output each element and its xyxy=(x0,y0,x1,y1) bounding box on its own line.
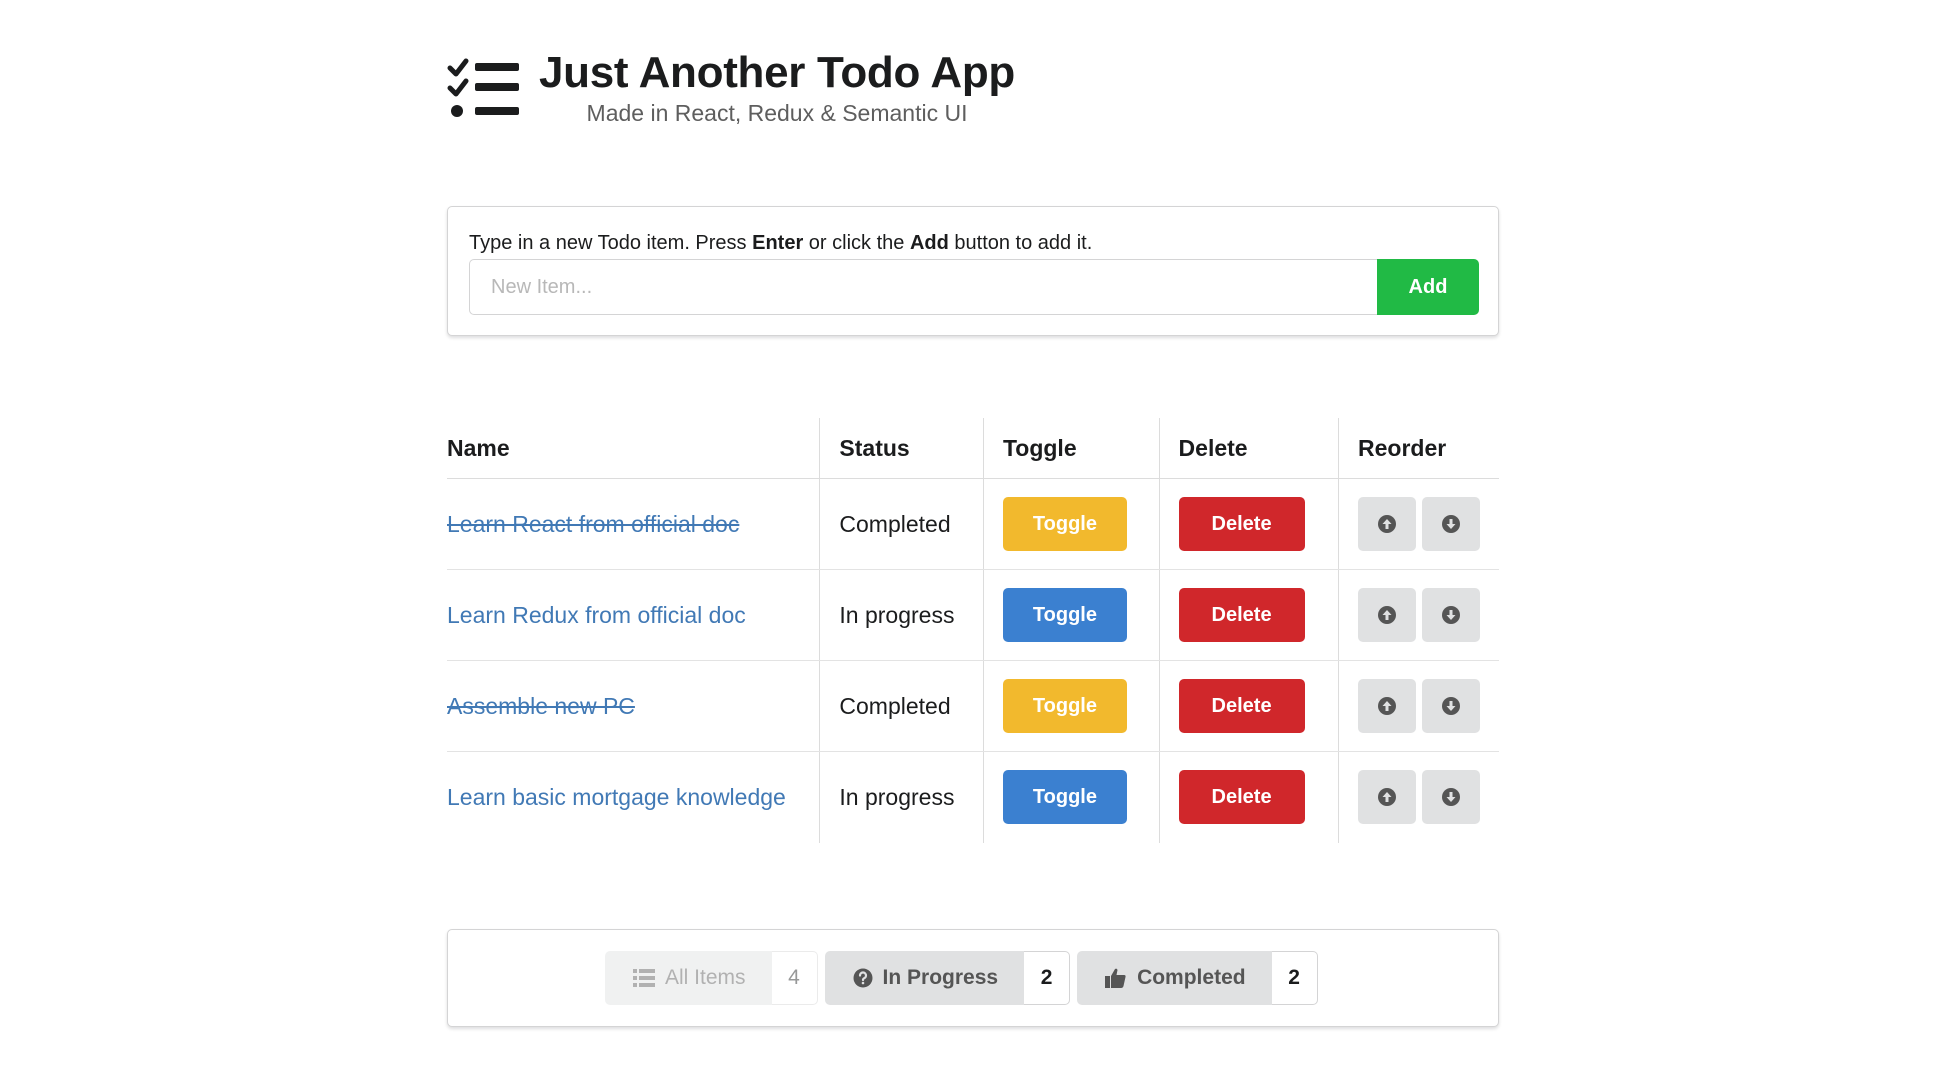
hint-suffix: button to add it. xyxy=(948,232,1093,254)
move-up-button[interactable] xyxy=(1358,770,1416,825)
filter-label: In Progress xyxy=(882,966,999,989)
filter-count: 2 xyxy=(1271,951,1318,1005)
todo-app-page: Just Another Todo App Made in React, Red… xyxy=(0,0,1939,1074)
hint-enter-key: Enter xyxy=(752,232,804,254)
arrow-circle-up-icon xyxy=(1378,788,1396,807)
todo-status: Completed xyxy=(839,692,951,719)
header-toggle[interactable]: Toggle xyxy=(982,418,1160,479)
thumbs-up-icon xyxy=(1105,968,1126,988)
add-todo-form: Type in a new Todo item. Press Enter or … xyxy=(447,206,1499,336)
table-row: Learn React from official doc Completed … xyxy=(447,478,1499,570)
filter-label: All Items xyxy=(665,966,746,989)
filter-bar: All Items 4 In Progress 2 Completed 2 xyxy=(447,929,1499,1027)
move-up-button[interactable] xyxy=(1358,588,1416,642)
todo-status: In progress xyxy=(839,601,955,628)
add-input-row: Add xyxy=(469,259,1479,315)
toggle-button[interactable]: Toggle xyxy=(1002,770,1127,825)
arrow-circle-down-icon xyxy=(1442,788,1460,807)
hint-add-key: Add xyxy=(909,232,949,254)
todo-name-link[interactable]: Learn React from official doc xyxy=(447,511,739,537)
question-circle-icon xyxy=(853,968,873,988)
todo-table: Name Status Toggle Delete Reorder Learn … xyxy=(447,418,1499,843)
toggle-button[interactable]: Toggle xyxy=(1002,679,1127,733)
move-up-button[interactable] xyxy=(1358,497,1416,551)
arrow-circle-down-icon xyxy=(1442,515,1460,533)
reorder-buttons xyxy=(1358,588,1480,642)
toggle-button[interactable]: Toggle xyxy=(1002,497,1127,551)
header-name[interactable]: Name xyxy=(447,418,820,479)
move-down-button[interactable] xyxy=(1422,679,1480,733)
filter-all-items[interactable]: All Items 4 xyxy=(605,951,818,1005)
filter-all-items-label-box: All Items xyxy=(605,951,772,1005)
arrow-circle-up-icon xyxy=(1378,697,1396,715)
reorder-buttons xyxy=(1358,497,1480,551)
tasks-icon xyxy=(447,58,519,117)
reorder-buttons xyxy=(1358,679,1480,733)
table-row: Assemble new PC Completed Toggle Delete xyxy=(447,660,1499,752)
header-delete[interactable]: Delete xyxy=(1158,418,1339,479)
todo-status: Completed xyxy=(839,510,951,537)
filter-in-progress[interactable]: In Progress 2 xyxy=(824,951,1071,1005)
filter-label: Completed xyxy=(1137,966,1246,989)
delete-button[interactable]: Delete xyxy=(1178,770,1305,825)
reorder-buttons xyxy=(1358,770,1480,825)
arrow-circle-up-icon xyxy=(1378,515,1396,533)
arrow-circle-down-icon xyxy=(1442,606,1460,624)
arrow-circle-down-icon xyxy=(1442,697,1460,715)
add-button[interactable]: Add xyxy=(1377,259,1479,315)
page-title: Just Another Todo App xyxy=(539,48,1016,97)
move-down-button[interactable] xyxy=(1422,497,1480,551)
todo-name-link[interactable]: Learn Redux from official doc xyxy=(447,602,746,628)
new-item-input[interactable] xyxy=(469,259,1377,315)
hint-middle: or click the xyxy=(803,232,910,254)
filter-completed[interactable]: Completed 2 xyxy=(1077,951,1318,1005)
filter-count: 2 xyxy=(1024,951,1071,1005)
filter-in-progress-label-box: In Progress xyxy=(824,951,1025,1005)
todo-status: In progress xyxy=(839,783,955,810)
arrow-circle-up-icon xyxy=(1378,606,1396,624)
table-row: Learn Redux from official doc In progres… xyxy=(447,569,1499,661)
add-hint-text: Type in a new Todo item. Press Enter or … xyxy=(469,232,1092,255)
page-subtitle: Made in React, Redux & Semantic UI xyxy=(586,100,968,126)
filter-count: 4 xyxy=(771,951,818,1005)
delete-button[interactable]: Delete xyxy=(1178,679,1305,733)
header-reorder[interactable]: Reorder xyxy=(1338,418,1499,479)
hint-prefix: Type in a new Todo item. Press xyxy=(469,232,753,254)
todo-name-link[interactable]: Assemble new PC xyxy=(447,693,635,719)
header-text: Just Another Todo App Made in React, Red… xyxy=(539,48,1015,127)
todo-name-link[interactable]: Learn basic mortgage knowledge xyxy=(447,784,786,810)
header-status[interactable]: Status xyxy=(819,418,984,479)
filter-buttons: All Items 4 In Progress 2 Completed 2 xyxy=(605,951,1318,1005)
toggle-button[interactable]: Toggle xyxy=(1002,588,1127,642)
move-down-button[interactable] xyxy=(1422,770,1480,825)
delete-button[interactable]: Delete xyxy=(1178,588,1305,642)
move-up-button[interactable] xyxy=(1358,679,1416,733)
move-down-button[interactable] xyxy=(1422,588,1480,642)
list-icon xyxy=(633,969,655,987)
delete-button[interactable]: Delete xyxy=(1178,497,1305,551)
app-header: Just Another Todo App Made in React, Red… xyxy=(447,48,1015,127)
table-row: Learn basic mortgage knowledge In progre… xyxy=(447,751,1499,843)
table-header-row: Name Status Toggle Delete Reorder xyxy=(447,418,1499,479)
filter-completed-label-box: Completed xyxy=(1077,951,1272,1005)
